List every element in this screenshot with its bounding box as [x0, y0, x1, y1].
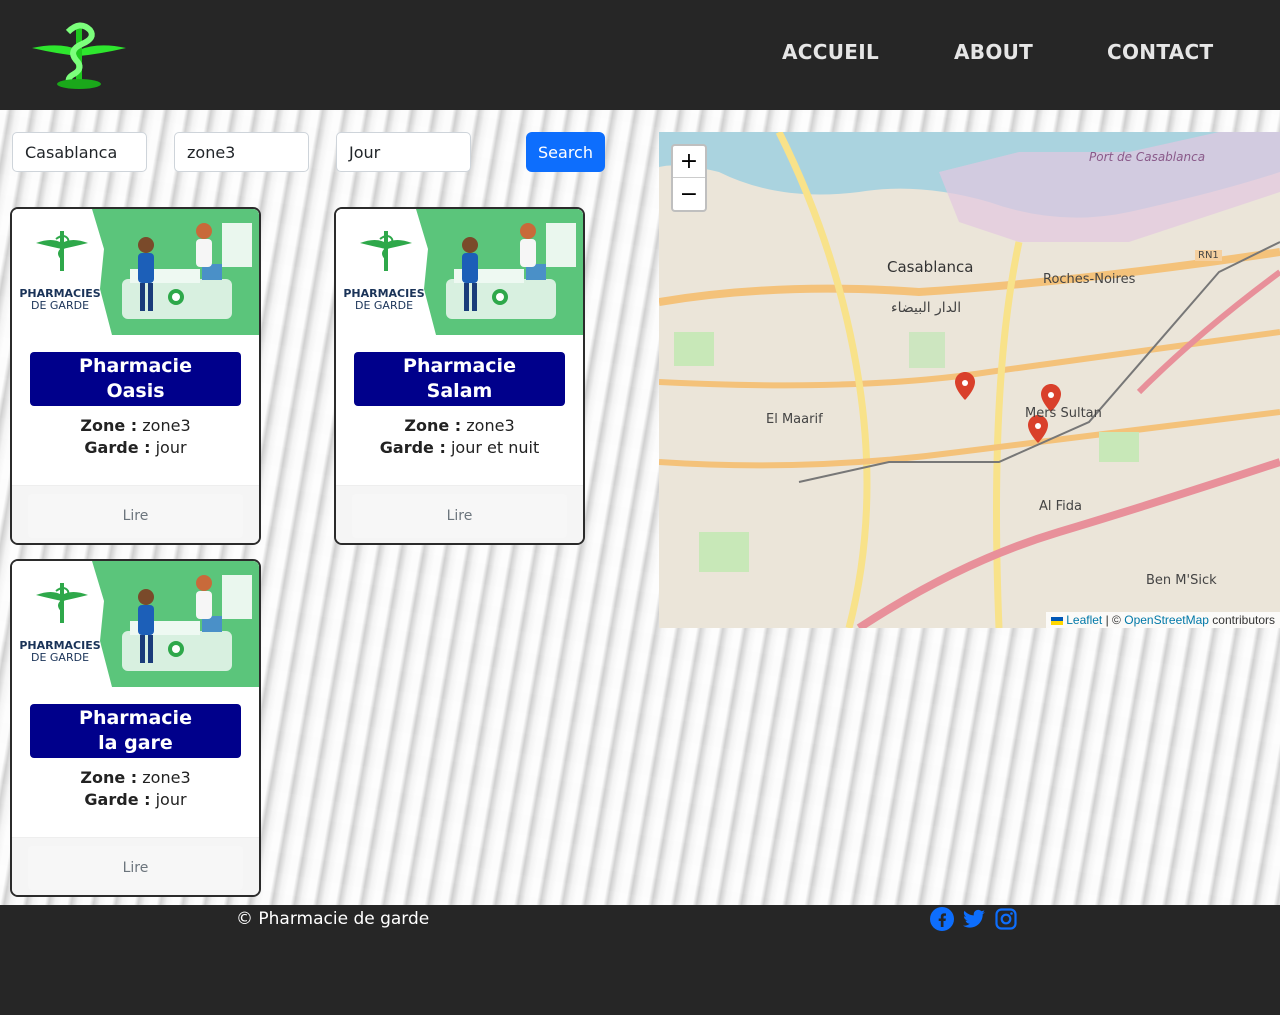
zone-value: zone3: [466, 416, 515, 435]
city-input[interactable]: Casablanca: [12, 132, 147, 172]
pharmacy-card: PHARMACIES DE GARDE Pharmacie Salam Zone…: [334, 207, 585, 545]
instagram-icon[interactable]: [994, 907, 1018, 931]
nav-contact[interactable]: CONTACT: [1107, 40, 1213, 64]
map-label-mers: Mers Sultan: [1025, 406, 1102, 421]
ukraine-flag-icon: [1050, 616, 1063, 625]
read-more-button[interactable]: Lire: [28, 494, 243, 538]
garde-value: jour: [155, 790, 187, 809]
pharmacy-card-image: PHARMACIES DE GARDE: [12, 209, 259, 335]
svg-text:DE GARDE: DE GARDE: [355, 299, 413, 312]
zoom-in-button[interactable]: +: [673, 146, 705, 178]
read-more-button[interactable]: Lire: [352, 494, 567, 538]
pharmacy-card-footer: Lire: [12, 485, 259, 543]
zone-label: Zone :: [80, 768, 138, 787]
pharmacy-card-title: Pharmacie Oasis: [30, 352, 241, 406]
map-label-city: Casablanca: [887, 258, 974, 276]
osm-link[interactable]: OpenStreetMap: [1124, 613, 1209, 627]
map-label-roches: Roches-Noires: [1043, 272, 1136, 287]
pharmacy-card-footer: Lire: [12, 837, 259, 895]
period-input[interactable]: Jour: [336, 132, 471, 172]
leaflet-link[interactable]: Leaflet: [1066, 613, 1102, 627]
site-header: ACCUEIL ABOUT CONTACT: [0, 0, 1280, 110]
map-label-port: Port de Casablanca: [1089, 150, 1206, 164]
map-label-benmsick: Ben M'Sick: [1146, 573, 1217, 588]
card-title-line2: la gare: [98, 732, 173, 754]
facebook-icon[interactable]: [930, 907, 954, 931]
zoom-control: + −: [671, 144, 707, 212]
nav-accueil[interactable]: ACCUEIL: [782, 40, 879, 64]
svg-text:DE GARDE: DE GARDE: [31, 651, 89, 664]
card-title-line1: Pharmacie: [403, 355, 516, 377]
map-attribution: Leaflet | © OpenStreetMap contributors: [1045, 612, 1280, 628]
garde-label: Garde :: [379, 438, 446, 457]
pharmacy-card: PHARMACIES DE GARDE Pharmacie Oasis Zone…: [10, 207, 261, 545]
zone-input[interactable]: zone3: [174, 132, 309, 172]
card-title-line2: Oasis: [106, 380, 165, 402]
map-tiles[interactable]: [659, 132, 1280, 628]
garde-label: Garde :: [84, 438, 151, 457]
copyright-text: © Pharmacie de garde: [236, 909, 430, 929]
site-footer: © Pharmacie de garde: [0, 905, 1280, 1015]
pharmacy-card-image: PHARMACIES DE GARDE: [336, 209, 583, 335]
garde-value: jour: [155, 438, 187, 457]
zone-label: Zone :: [80, 416, 138, 435]
pharmacy-logo-icon[interactable]: [30, 20, 128, 90]
pharmacy-card-info: Zone : zone3 Garde : jour et nuit: [336, 415, 583, 459]
pharmacy-card-title: Pharmacie Salam: [354, 352, 565, 406]
read-more-button[interactable]: Lire: [28, 846, 243, 890]
pharmacy-card-title: Pharmacie la gare: [30, 704, 241, 758]
svg-text:DE GARDE: DE GARDE: [31, 299, 89, 312]
garde-label: Garde :: [84, 790, 151, 809]
card-title-line1: Pharmacie: [79, 707, 192, 729]
map-label-rn1: RN1: [1195, 250, 1222, 261]
map-label-fida: Al Fida: [1039, 499, 1082, 514]
pharmacy-card-image: PHARMACIES DE GARDE: [12, 561, 259, 687]
main-content: Casablanca zone3 Jour Search PHARMACIES …: [0, 110, 1280, 905]
attribution-separator: | ©: [1105, 613, 1121, 627]
search-button[interactable]: Search: [526, 132, 605, 172]
map-label-city-ar: الدار البيضاء: [891, 300, 962, 316]
nav-about[interactable]: ABOUT: [954, 40, 1033, 64]
pharmacy-card-info: Zone : zone3 Garde : jour: [12, 767, 259, 811]
social-links: [930, 907, 1018, 931]
pharmacy-card-info: Zone : zone3 Garde : jour: [12, 415, 259, 459]
zone-value: zone3: [142, 416, 191, 435]
attribution-contributors: contributors: [1212, 613, 1275, 627]
zone-value: zone3: [142, 768, 191, 787]
card-title-line1: Pharmacie: [79, 355, 192, 377]
zoom-out-button[interactable]: −: [673, 178, 705, 210]
pharmacy-card-footer: Lire: [336, 485, 583, 543]
twitter-icon[interactable]: [962, 907, 986, 931]
garde-value: jour et nuit: [450, 438, 540, 457]
pharmacy-card: PHARMACIES DE GARDE Pharmacie la gare Zo…: [10, 559, 261, 897]
zone-label: Zone :: [404, 416, 462, 435]
card-title-line2: Salam: [426, 380, 493, 402]
map-label-maarif: El Maarif: [766, 412, 823, 427]
map-view[interactable]: Casablanca الدار البيضاء Port de Casabla…: [659, 132, 1280, 628]
